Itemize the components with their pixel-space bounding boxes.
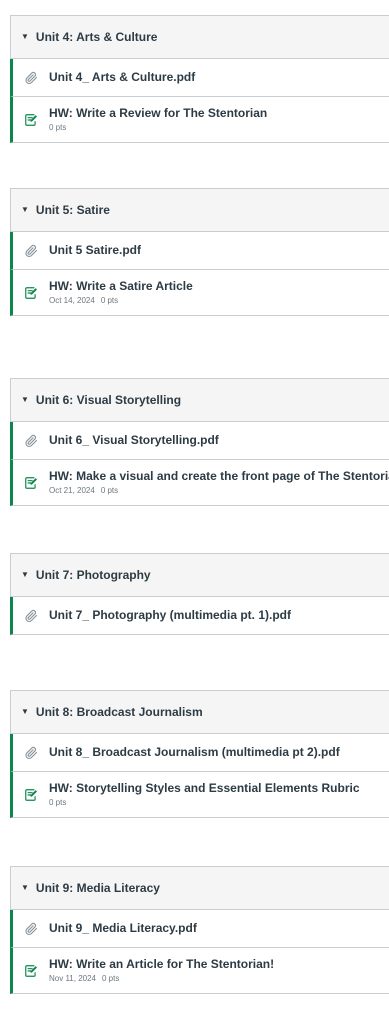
- item-text: HW: Write a Satire Article Oct 14, 2024 0 …: [49, 279, 193, 307]
- assignment-item[interactable]: HW: Write a Review for The Stentorian 0 p…: [10, 97, 389, 143]
- item-text: HW: Make a visual and create the front p…: [49, 469, 389, 497]
- points: 0 pts: [49, 122, 67, 132]
- item-text: HW: Write a Review for The Stentorian 0 p…: [49, 106, 267, 134]
- assignment-item[interactable]: HW: Write a Satire Article Oct 14, 2024 0 …: [10, 270, 389, 316]
- file-link[interactable]: Unit 5 Satire.pdf: [49, 243, 141, 258]
- file-link[interactable]: Unit 9_ Media Literacy.pdf: [49, 921, 197, 936]
- module-header[interactable]: ▼ Unit 8: Broadcast Journalism: [10, 690, 389, 734]
- module-header[interactable]: ▼ Unit 6: Visual Storytelling: [10, 378, 389, 422]
- item-meta: 0 pts: [49, 797, 360, 809]
- assignment-item[interactable]: HW: Storytelling Styles and Essential El…: [10, 772, 389, 818]
- assignment-item[interactable]: HW: Make a visual and create the front p…: [10, 460, 389, 506]
- module: ▼ Unit 9: Media Literacy Unit 9_ Media Lit…: [10, 866, 389, 994]
- paperclip-icon: [13, 71, 49, 85]
- module-header[interactable]: ▼ Unit 7: Photography: [10, 553, 389, 597]
- item-meta: Nov 11, 2024 0 pts: [49, 973, 274, 985]
- points: 0 pts: [102, 973, 120, 983]
- item-text: Unit 6_ Visual Storytelling.pdf: [49, 433, 219, 448]
- module: ▼ Unit 4: Arts & Culture Unit 4_ Arts & Cu…: [10, 15, 389, 143]
- file-link[interactable]: Unit 4_ Arts & Culture.pdf: [49, 70, 195, 85]
- assignment-icon: [13, 964, 49, 978]
- item-text: HW: Write an Article for The Stentorian!…: [49, 957, 274, 985]
- module-header[interactable]: ▼ Unit 9: Media Literacy: [10, 866, 389, 910]
- caret-down-icon[interactable]: ▼: [21, 395, 29, 404]
- points: 0 pts: [49, 797, 67, 807]
- item-meta: 0 pts: [49, 122, 267, 134]
- paperclip-icon: [13, 434, 49, 448]
- file-item[interactable]: Unit 6_ Visual Storytelling.pdf: [10, 422, 389, 460]
- assignment-link[interactable]: HW: Write a Satire Article: [49, 279, 193, 294]
- module-header[interactable]: ▼ Unit 5: Satire: [10, 188, 389, 232]
- module-title: Unit 8: Broadcast Journalism: [35, 705, 203, 719]
- item-text: Unit 8_ Broadcast Journalism (multimedia…: [49, 745, 340, 760]
- caret-down-icon[interactable]: ▼: [21, 32, 29, 41]
- item-text: HW: Storytelling Styles and Essential El…: [49, 781, 360, 809]
- assignment-item[interactable]: HW: Write an Article for The Stentorian!…: [10, 948, 389, 994]
- item-text: Unit 4_ Arts & Culture.pdf: [49, 70, 195, 85]
- module-header[interactable]: ▼ Unit 4: Arts & Culture: [10, 15, 389, 59]
- due-date: Oct 14, 2024: [49, 295, 95, 305]
- module-title: Unit 4: Arts & Culture: [35, 30, 158, 44]
- file-item[interactable]: Unit 9_ Media Literacy.pdf: [10, 910, 389, 948]
- caret-down-icon[interactable]: ▼: [21, 570, 29, 579]
- item-text: Unit 7_ Photography (multimedia pt. 1).p…: [49, 608, 291, 623]
- assignment-icon: [13, 476, 49, 490]
- points: 0 pts: [100, 485, 119, 495]
- assignment-icon: [13, 286, 49, 300]
- paperclip-icon: [13, 746, 49, 760]
- file-link[interactable]: Unit 8_ Broadcast Journalism (multimedia…: [49, 745, 340, 760]
- file-link[interactable]: Unit 7_ Photography (multimedia pt. 1).p…: [49, 608, 291, 623]
- item-meta: Oct 21, 2024 0 pts: [49, 485, 389, 497]
- item-meta: Oct 14, 2024 0 pts: [49, 295, 193, 307]
- assignment-link[interactable]: HW: Make a visual and create the front p…: [49, 469, 389, 484]
- module-title: Unit 5: Satire: [35, 203, 110, 217]
- module: ▼ Unit 8: Broadcast Journalism Unit 8_ Bro…: [10, 690, 389, 818]
- paperclip-icon: [13, 609, 49, 623]
- assignment-icon: [13, 113, 49, 127]
- assignment-icon: [13, 788, 49, 802]
- module-title: Unit 6: Visual Storytelling: [35, 393, 182, 407]
- caret-down-icon[interactable]: ▼: [21, 707, 29, 716]
- paperclip-icon: [13, 244, 49, 258]
- file-link[interactable]: Unit 6_ Visual Storytelling.pdf: [49, 433, 219, 448]
- module: ▼ Unit 5: Satire Unit 5 Satire.pdf HW: Writ…: [10, 188, 389, 316]
- file-item[interactable]: Unit 7_ Photography (multimedia pt. 1).p…: [10, 597, 389, 635]
- module-title: Unit 7: Photography: [35, 568, 151, 582]
- file-item[interactable]: Unit 8_ Broadcast Journalism (multimedia…: [10, 734, 389, 772]
- file-item[interactable]: Unit 5 Satire.pdf: [10, 232, 389, 270]
- points: 0 pts: [100, 295, 119, 305]
- module: ▼ Unit 7: Photography Unit 7_ Photography …: [10, 553, 389, 635]
- assignment-link[interactable]: HW: Storytelling Styles and Essential El…: [49, 781, 360, 796]
- caret-down-icon[interactable]: ▼: [21, 883, 29, 892]
- assignment-link[interactable]: HW: Write a Review for The Stentorian: [49, 106, 267, 121]
- item-text: Unit 5 Satire.pdf: [49, 243, 141, 258]
- file-item[interactable]: Unit 4_ Arts & Culture.pdf: [10, 59, 389, 97]
- due-date: Nov 11, 2024: [49, 973, 96, 983]
- assignment-link[interactable]: HW: Write an Article for The Stentorian!: [49, 957, 274, 972]
- caret-down-icon[interactable]: ▼: [21, 205, 29, 214]
- paperclip-icon: [13, 922, 49, 936]
- due-date: Oct 21, 2024: [49, 485, 95, 495]
- module-title: Unit 9: Media Literacy: [35, 881, 160, 895]
- item-text: Unit 9_ Media Literacy.pdf: [49, 921, 197, 936]
- module: ▼ Unit 6: Visual Storytelling Unit 6_ Visu…: [10, 378, 389, 506]
